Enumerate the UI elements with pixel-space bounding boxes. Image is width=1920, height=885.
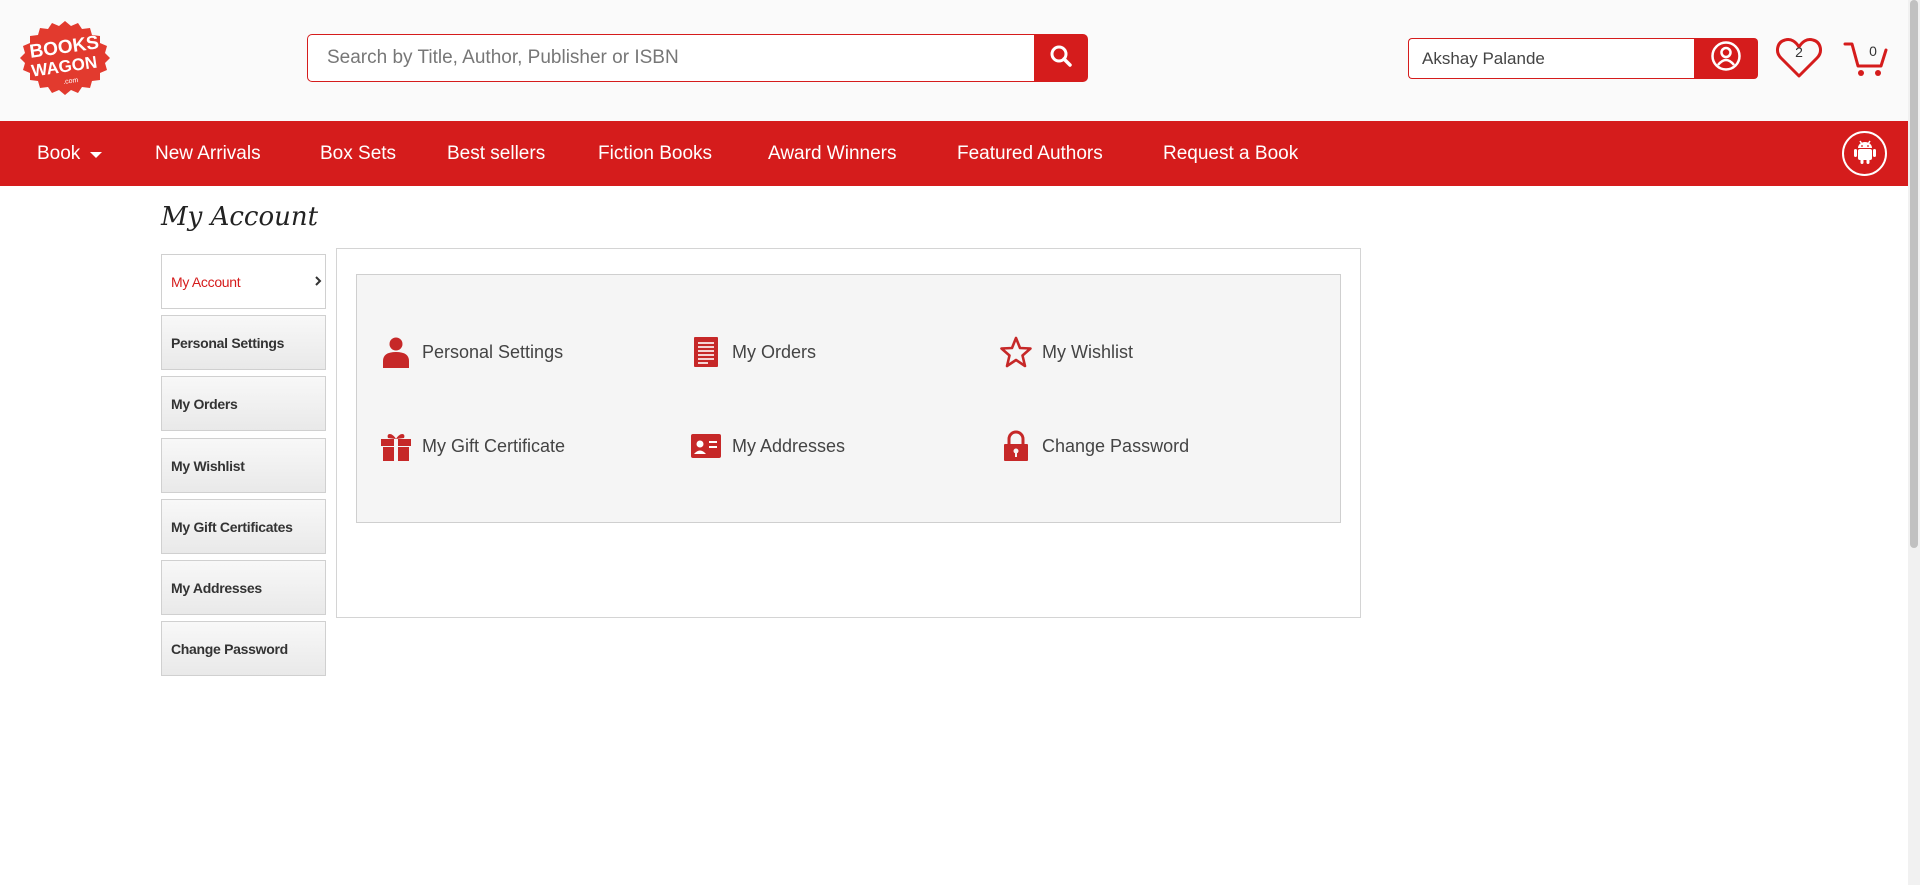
sidebar-item-personal-settings[interactable]: Personal Settings: [161, 315, 326, 370]
id-card-icon: [690, 430, 722, 462]
sidebar-item-label: My Orders: [171, 395, 238, 412]
tile-my-orders[interactable]: My Orders: [690, 334, 816, 370]
tile-label: Change Password: [1042, 435, 1190, 456]
cart-icon: [1843, 42, 1889, 84]
tile-my-wishlist[interactable]: My Wishlist: [1000, 334, 1133, 370]
nav-item-label: Award Winners: [768, 142, 897, 164]
nav-item-label: Request a Book: [1163, 142, 1299, 164]
chevron-right-icon: [314, 275, 322, 290]
tile-label: My Gift Certificate: [422, 435, 566, 456]
tile-label: My Wishlist: [1042, 341, 1133, 362]
search-bar: [307, 34, 1088, 82]
nav-item-book[interactable]: Book: [37, 121, 103, 186]
android-icon: [1850, 136, 1880, 171]
caret-down-icon: [90, 151, 103, 158]
nav-item-label: Best sellers: [447, 142, 546, 164]
account-shortcuts-box: [356, 274, 1341, 523]
main-nav: Book New Arrivals Box Sets Best sellers …: [0, 121, 1908, 186]
sidebar-item-label: My Gift Certificates: [171, 518, 293, 535]
cart-count: 0: [1869, 43, 1877, 59]
nav-item-label: Featured Authors: [957, 142, 1103, 164]
sidebar-item-my-wishlist[interactable]: My Wishlist: [161, 438, 326, 493]
sidebar-item-my-gift-certificates[interactable]: My Gift Certificates: [161, 499, 326, 554]
bookswagon-logo[interactable]: BOOKS WAGON .com: [19, 19, 111, 97]
heart-icon: [1775, 38, 1823, 84]
tile-change-password[interactable]: Change Password: [1000, 428, 1189, 464]
user-account-button[interactable]: [1694, 38, 1758, 79]
tile-my-gift-certificate[interactable]: My Gift Certificate: [380, 428, 565, 464]
nav-item-request-a-book[interactable]: Request a Book: [1163, 121, 1298, 186]
search-icon: [1049, 44, 1073, 73]
page-title: My Account: [161, 202, 319, 232]
nav-item-box-sets[interactable]: Box Sets: [320, 121, 396, 186]
sidebar-item-label: Personal Settings: [171, 334, 285, 351]
tile-label: Personal Settings: [422, 341, 564, 362]
nav-item-label: Box Sets: [320, 142, 397, 164]
user-circle-icon: [1710, 40, 1742, 77]
tile-label: My Orders: [732, 341, 817, 362]
android-app-link[interactable]: [1842, 131, 1887, 176]
nav-item-featured-authors[interactable]: Featured Authors: [957, 121, 1103, 186]
sidebar-item-label: Change Password: [171, 640, 288, 657]
sidebar-item-label: My Wishlist: [171, 457, 245, 474]
gift-icon: [380, 430, 412, 462]
star-icon: [1000, 336, 1032, 368]
user-icon: [380, 336, 412, 368]
tile-my-addresses[interactable]: My Addresses: [690, 428, 845, 464]
tile-personal-settings[interactable]: Personal Settings: [380, 334, 563, 370]
nav-item-label: Fiction Books: [598, 142, 713, 164]
sidebar-item-change-password[interactable]: Change Password: [161, 621, 326, 676]
scrollbar-thumb[interactable]: [1910, 0, 1918, 548]
lock-icon: [1000, 430, 1032, 462]
nav-item-label: New Arrivals: [155, 142, 261, 164]
page-scrollbar[interactable]: [1908, 0, 1920, 885]
sidebar-item-my-addresses[interactable]: My Addresses: [161, 560, 326, 615]
search-button[interactable]: [1034, 34, 1088, 82]
nav-item-new-arrivals[interactable]: New Arrivals: [155, 121, 261, 186]
sidebar-item-my-account[interactable]: My Account: [161, 254, 326, 309]
nav-item-award-winners[interactable]: Award Winners: [768, 121, 896, 186]
sidebar-item-label: My Addresses: [171, 579, 262, 596]
sidebar-item-my-orders[interactable]: My Orders: [161, 376, 326, 431]
cart-button[interactable]: 0: [1843, 36, 1889, 80]
wishlist-count: 2: [1795, 44, 1803, 60]
search-input[interactable]: [307, 34, 1034, 82]
tile-label: My Addresses: [732, 435, 846, 456]
nav-item-label: Book: [37, 142, 81, 164]
sidebar-item-label: My Account: [171, 273, 241, 290]
user-name[interactable]: Akshay Palande: [1408, 38, 1694, 79]
wishlist-button[interactable]: 2: [1775, 36, 1823, 80]
user-account-box[interactable]: Akshay Palande: [1408, 38, 1758, 79]
nav-item-best-sellers[interactable]: Best sellers: [447, 121, 545, 186]
document-icon: [690, 336, 722, 368]
site-header: BOOKS WAGON .com Akshay Palande 2 0: [0, 0, 1908, 121]
nav-item-fiction-books[interactable]: Fiction Books: [598, 121, 712, 186]
